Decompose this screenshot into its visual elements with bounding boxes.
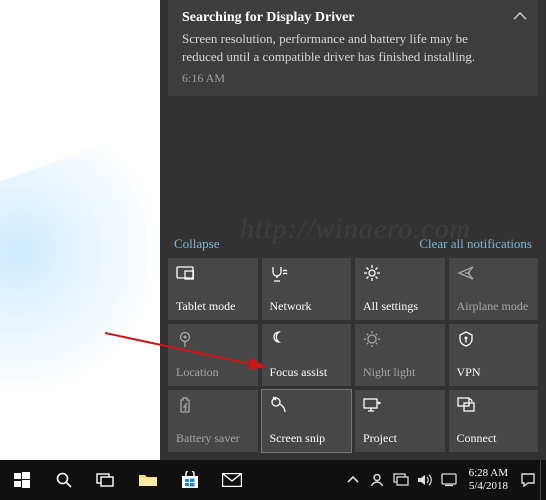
clear-all-link[interactable]: Clear all notifications xyxy=(419,236,532,252)
vpn-icon xyxy=(457,330,475,348)
quick-action-project[interactable]: Project xyxy=(355,390,445,452)
quick-action-vpn[interactable]: VPN xyxy=(449,324,539,386)
people-icon[interactable] xyxy=(365,460,389,500)
taskbar-left xyxy=(0,460,252,500)
quick-action-location[interactable]: Location xyxy=(168,324,258,386)
connect-icon xyxy=(457,396,475,414)
quick-action-label: Tablet mode xyxy=(176,299,254,314)
quick-action-label: Focus assist xyxy=(270,365,348,380)
clock-time: 6:28 AM xyxy=(469,467,508,480)
quick-action-label: Night light xyxy=(363,365,441,380)
taskbar-right: 6:28 AM 5/4/2018 xyxy=(341,460,546,500)
task-view-icon[interactable] xyxy=(86,460,126,500)
quick-action-label: Location xyxy=(176,365,254,380)
ime-tray-icon[interactable] xyxy=(437,460,461,500)
action-center-tray-icon[interactable] xyxy=(516,460,540,500)
battery-icon xyxy=(176,396,194,414)
action-center-links: Collapse Clear all notifications xyxy=(160,228,546,258)
project-icon xyxy=(363,396,381,414)
tray-overflow-icon[interactable] xyxy=(341,460,365,500)
tablet-icon xyxy=(176,264,194,282)
quick-action-label: Project xyxy=(363,431,441,446)
quick-action-connect[interactable]: Connect xyxy=(449,390,539,452)
quick-action-label: Battery saver xyxy=(176,431,254,446)
action-center-panel: Searching for Display Driver Screen reso… xyxy=(160,0,546,460)
clock[interactable]: 6:28 AM 5/4/2018 xyxy=(461,467,516,493)
volume-tray-icon[interactable] xyxy=(413,460,437,500)
file-explorer-icon[interactable] xyxy=(128,460,168,500)
notification-body: Screen resolution, performance and batte… xyxy=(182,30,504,65)
mail-icon[interactable] xyxy=(212,460,252,500)
quick-actions-grid: Tablet mode Network All settings Airplane m… xyxy=(160,258,546,460)
quick-action-focus[interactable]: Focus assist xyxy=(262,324,352,386)
network-tray-icon[interactable] xyxy=(389,460,413,500)
show-desktop-button[interactable] xyxy=(540,460,546,500)
action-center-spacer: http://winaero.com xyxy=(160,104,546,228)
network-icon xyxy=(270,264,288,282)
quick-action-snip[interactable]: Screen snip xyxy=(262,390,352,452)
focus-icon xyxy=(270,330,288,348)
start-button[interactable] xyxy=(2,460,42,500)
quick-action-label: All settings xyxy=(363,299,441,314)
nightlight-icon xyxy=(363,330,381,348)
quick-action-network[interactable]: Network xyxy=(262,258,352,320)
quick-action-label: Connect xyxy=(457,431,535,446)
quick-action-label: Network xyxy=(270,299,348,314)
notification-time: 6:16 AM xyxy=(182,71,504,86)
quick-action-battery[interactable]: Battery saver xyxy=(168,390,258,452)
quick-action-nightlight[interactable]: Night light xyxy=(355,324,445,386)
quick-action-label: Airplane mode xyxy=(457,299,535,314)
location-icon xyxy=(176,330,194,348)
airplane-icon xyxy=(457,264,475,282)
taskbar: 6:28 AM 5/4/2018 xyxy=(0,460,546,500)
settings-icon xyxy=(363,264,381,282)
search-icon[interactable] xyxy=(44,460,84,500)
store-icon[interactable] xyxy=(170,460,210,500)
quick-action-airplane[interactable]: Airplane mode xyxy=(449,258,539,320)
quick-action-tablet[interactable]: Tablet mode xyxy=(168,258,258,320)
collapse-link[interactable]: Collapse xyxy=(174,236,220,252)
notification-card[interactable]: Searching for Display Driver Screen reso… xyxy=(168,0,538,96)
chevron-up-icon[interactable] xyxy=(512,8,528,24)
quick-action-label: Screen snip xyxy=(270,431,348,446)
quick-action-settings[interactable]: All settings xyxy=(355,258,445,320)
quick-action-label: VPN xyxy=(457,365,535,380)
notification-title: Searching for Display Driver xyxy=(182,10,504,26)
snip-icon xyxy=(270,396,288,414)
clock-date: 5/4/2018 xyxy=(469,480,508,493)
